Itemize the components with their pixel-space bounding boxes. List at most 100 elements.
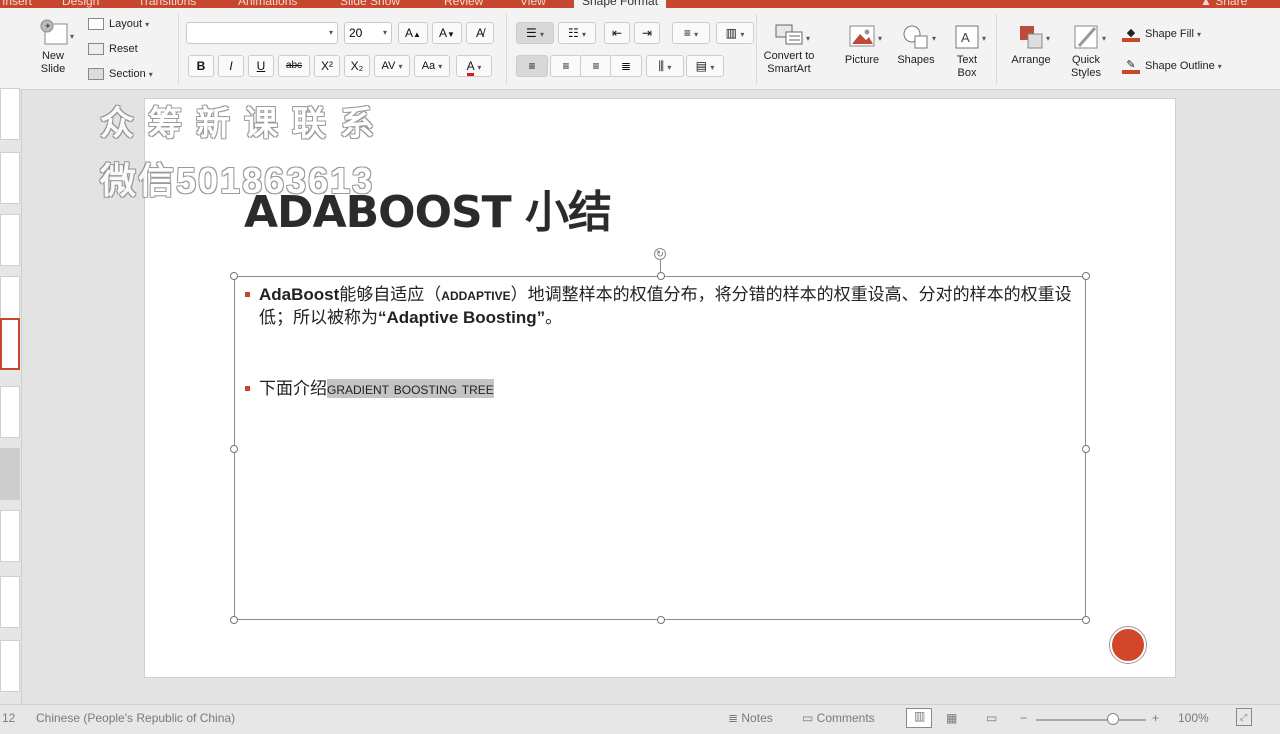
slide-title[interactable]: ADABOOST 小结	[244, 176, 612, 240]
tab-transitions[interactable]: Transitions	[138, 0, 196, 8]
align-right-icon: ≡	[592, 59, 600, 73]
slide-thumbnail[interactable]	[0, 386, 20, 438]
increase-font-button[interactable]: A▲	[398, 22, 428, 44]
content-textbox[interactable]: AdaBoost能够自适应（addaptive）地调整样本的权值分布，将分错的样…	[230, 272, 1090, 624]
shape-fill-button[interactable]: ◆ Shape Fill ▾	[1122, 26, 1201, 42]
align-center-button[interactable]: ≡	[550, 55, 582, 77]
resize-handle[interactable]	[1082, 616, 1090, 624]
section-button[interactable]: Section ▾	[88, 68, 153, 81]
fit-window-icon: ⤢	[1240, 712, 1248, 722]
decrease-font-button[interactable]: A▼	[432, 22, 462, 44]
slide-thumbnail[interactable]	[0, 640, 20, 692]
convert-smartart-button[interactable]: Convert to SmartArt	[756, 22, 822, 76]
slide-sorter-button[interactable]: ▦	[946, 711, 957, 725]
slide-thumbnail[interactable]	[0, 88, 20, 140]
quick-styles-button[interactable]: Quick Styles	[1062, 22, 1110, 80]
arrange-button[interactable]: Arrange	[1004, 22, 1058, 67]
superscript-button[interactable]: X²	[314, 55, 340, 77]
resize-handle[interactable]	[230, 272, 238, 280]
language-indicator[interactable]: Chinese (People's Republic of China)	[36, 711, 235, 725]
increase-indent-icon: ⇥	[641, 26, 653, 40]
numbering-button[interactable]: ☷ ▾	[558, 22, 596, 44]
slide-thumbnail[interactable]	[0, 448, 20, 500]
tab-view[interactable]: View	[520, 0, 546, 8]
text-direction-button[interactable]: ⫼ ▾	[646, 55, 684, 77]
text-box-button[interactable]: A Text Box	[946, 22, 988, 80]
font-name-select[interactable]: ▾	[186, 22, 338, 44]
chevron-down-icon[interactable]: ▾	[982, 34, 986, 43]
line-spacing-button[interactable]: ≡ ▾	[672, 22, 710, 44]
bullets-button[interactable]: ☰ ▾	[516, 22, 554, 44]
reading-view-button[interactable]: ▭	[986, 711, 997, 725]
new-slide-label: New Slide	[40, 50, 66, 75]
rotate-icon[interactable]: ↻	[654, 248, 666, 260]
new-slide-button[interactable]: ✦ New Slide	[28, 18, 78, 76]
zoom-slider-thumb[interactable]	[1107, 713, 1119, 725]
resize-handle[interactable]	[657, 616, 665, 624]
align-text-button[interactable]: ▤ ▾	[686, 55, 724, 77]
tab-design[interactable]: Design	[62, 0, 99, 8]
font-size-select[interactable]: 20 ▾	[344, 22, 392, 44]
layout-label: Layout	[109, 18, 143, 30]
chevron-down-icon: ▾	[382, 28, 387, 37]
slide-thumbnail[interactable]	[0, 152, 20, 204]
slide-thumbnail[interactable]	[0, 510, 20, 562]
picture-button[interactable]: Picture	[840, 22, 884, 67]
layout-button[interactable]: Layout ▾	[88, 18, 149, 31]
resize-handle[interactable]	[1082, 272, 1090, 280]
strikethrough-button[interactable]: abc	[278, 55, 310, 77]
chevron-down-icon[interactable]: ▾	[1102, 34, 1106, 43]
slide-thumbnail[interactable]	[0, 214, 20, 266]
reset-button[interactable]: Reset	[88, 43, 138, 56]
tab-shape-format[interactable]: Shape Format	[574, 0, 667, 8]
notes-button[interactable]: ≣ Notes	[728, 711, 773, 725]
align-center-icon: ≡	[562, 59, 570, 73]
justify-button[interactable]: ≣	[610, 55, 642, 77]
picture-label: Picture	[844, 54, 880, 66]
shapes-button[interactable]: Shapes	[892, 22, 940, 67]
bold-button[interactable]: B	[188, 55, 214, 77]
align-right-button[interactable]: ≡	[580, 55, 612, 77]
zoom-slider[interactable]	[1036, 713, 1146, 725]
resize-handle[interactable]	[657, 272, 665, 280]
tab-insert[interactable]: Insert	[2, 0, 32, 8]
comments-button[interactable]: ▭ Comments	[802, 711, 875, 725]
chevron-down-icon[interactable]: ▾	[878, 34, 882, 43]
decrease-indent-button[interactable]: ⇤	[604, 22, 630, 44]
increase-indent-button[interactable]: ⇥	[634, 22, 660, 44]
chevron-down-icon[interactable]: ▾	[806, 34, 810, 43]
bullet-item-1[interactable]: AdaBoost能够自适应（addaptive）地调整样本的权值分布，将分错的样…	[245, 283, 1081, 329]
clear-format-button[interactable]: A̸	[466, 22, 494, 44]
slide-thumbnail-active[interactable]	[0, 318, 20, 370]
zoom-in-button[interactable]: +	[1152, 711, 1159, 725]
tab-slide-show[interactable]: Slide Show	[340, 0, 400, 8]
change-case-button[interactable]: Aa ▾	[414, 55, 450, 77]
tab-review[interactable]: Review	[444, 0, 483, 8]
chevron-down-icon[interactable]: ▾	[932, 34, 936, 43]
resize-handle[interactable]	[230, 445, 238, 453]
char-spacing-button[interactable]: AV ▾	[374, 55, 410, 77]
underline-button[interactable]: U	[248, 55, 274, 77]
columns-icon: ▥	[725, 26, 737, 40]
font-color-button[interactable]: A ▾	[456, 55, 492, 77]
shape-outline-button[interactable]: ✎ Shape Outline ▾	[1122, 58, 1222, 74]
columns-button[interactable]: ▥ ▾	[716, 22, 754, 44]
zoom-out-button[interactable]: −	[1020, 711, 1027, 725]
chevron-down-icon[interactable]: ▾	[70, 32, 74, 41]
fit-to-window-button[interactable]: ⤢	[1236, 708, 1252, 726]
tab-animations[interactable]: Animations	[238, 0, 297, 8]
italic-button[interactable]: I	[218, 55, 244, 77]
zoom-level[interactable]: 100%	[1178, 711, 1209, 725]
slide-thumbnail[interactable]	[0, 576, 20, 628]
share-button[interactable]: ▲ Share	[1200, 0, 1247, 8]
layout-icon	[88, 18, 104, 31]
normal-view-button[interactable]: ▥	[906, 708, 932, 728]
subscript-button[interactable]: X₂	[344, 55, 370, 77]
resize-handle[interactable]	[1082, 445, 1090, 453]
bullet-item-2[interactable]: 下面介绍gradient boosting tree	[245, 377, 494, 400]
resize-handle[interactable]	[230, 616, 238, 624]
record-button[interactable]	[1110, 627, 1146, 663]
picture-icon	[849, 25, 875, 47]
align-left-button[interactable]: ≡	[516, 55, 548, 77]
chevron-down-icon[interactable]: ▾	[1046, 34, 1050, 43]
